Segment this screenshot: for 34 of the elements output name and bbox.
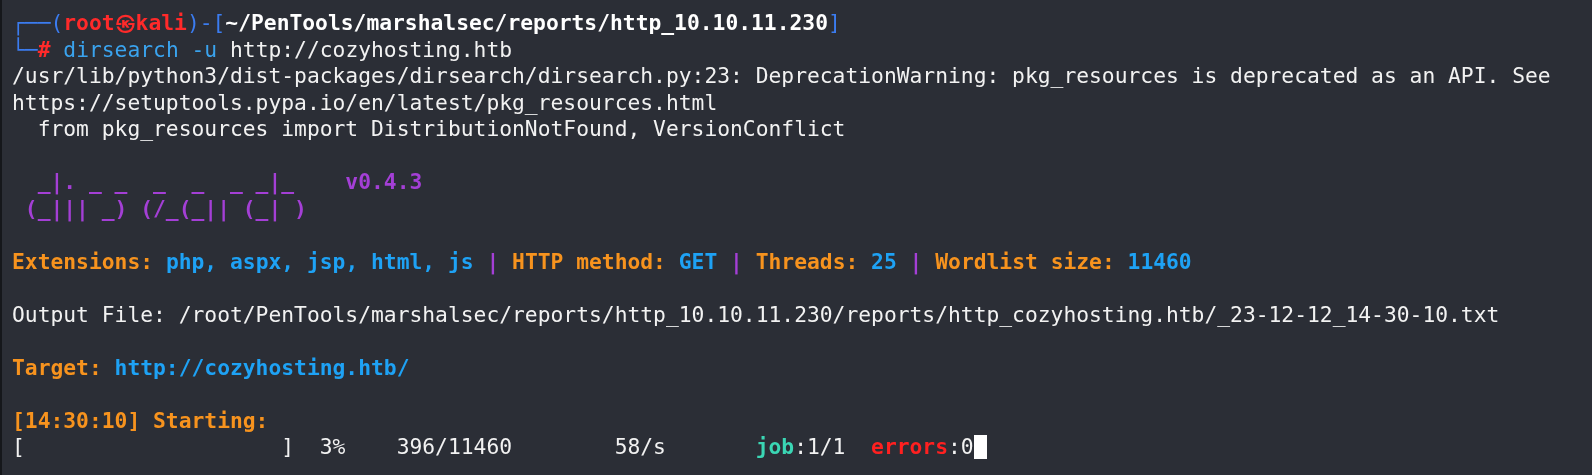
terminal-text: dirsearch -u [62, 36, 218, 63]
terminal-text: | [908, 248, 924, 275]
terminal-text: https://setuptools.pypa.io/en/latest/pkg_resources.html [12, 89, 718, 116]
terminal-text: Threads: [755, 248, 860, 275]
terminal-text: job [755, 434, 795, 461]
terminal-text: php, aspx, jsp, html, js [165, 248, 474, 275]
terminal-text: from pkg_resources import DistributionNotFound, VersionConflict [36, 116, 846, 143]
terminal-text: http://cozyhosting.htb/ [114, 354, 410, 381]
ascii-logo: (_||| _) (/_(_|| (_| ) [23, 195, 307, 222]
terminal-text: [ ] 3% 396/11460 58/s [12, 434, 667, 461]
terminal-text: 11460 [1127, 248, 1192, 275]
terminal-text: Output File: /root/PenTools/marshalsec/reports/http_10.10.11.230/reports/http_cozyhosting.htb/_23-12-12_14-30-10.txt [12, 301, 1500, 328]
ascii-logo: _|. _ _ _ _ _ _|_ v0.4.3 [36, 169, 423, 196]
terminal-text: HTTP method: [512, 248, 667, 275]
terminal-text: :1/1 [794, 434, 847, 461]
terminal-text: | [729, 248, 744, 275]
terminal-text: Wordlist size: [935, 248, 1116, 275]
terminal-text: # [37, 36, 51, 63]
terminal-text: 25 [871, 248, 897, 275]
terminal-text: [14:30:10] Starting: [12, 407, 269, 434]
terminal-text: http://cozyhosting.htb [229, 36, 513, 63]
terminal-text: └─ [12, 36, 38, 63]
terminal-text: Extensions: [12, 248, 155, 275]
terminal-text: ] [827, 10, 841, 37]
terminal-text: Target: [12, 354, 103, 381]
terminal-text: | [485, 248, 501, 275]
terminal-text: root㉿kali [63, 10, 187, 37]
terminal-text: )-[ [186, 10, 226, 37]
terminal-text: errors [871, 434, 948, 461]
terminal-text: ~/PenTools/marshalsec/reports/http_10.10.11.230 [225, 10, 828, 37]
terminal-text: /usr/lib/python3/dist-packages/dirsearch/dirsearch.py:23: DeprecationWarning: pkg_resources is deprecated as an API. See [12, 63, 1551, 90]
terminal-text: ┌──( [12, 10, 64, 36]
terminal-text: GET [678, 248, 718, 275]
terminal-text: :0 [948, 434, 974, 461]
